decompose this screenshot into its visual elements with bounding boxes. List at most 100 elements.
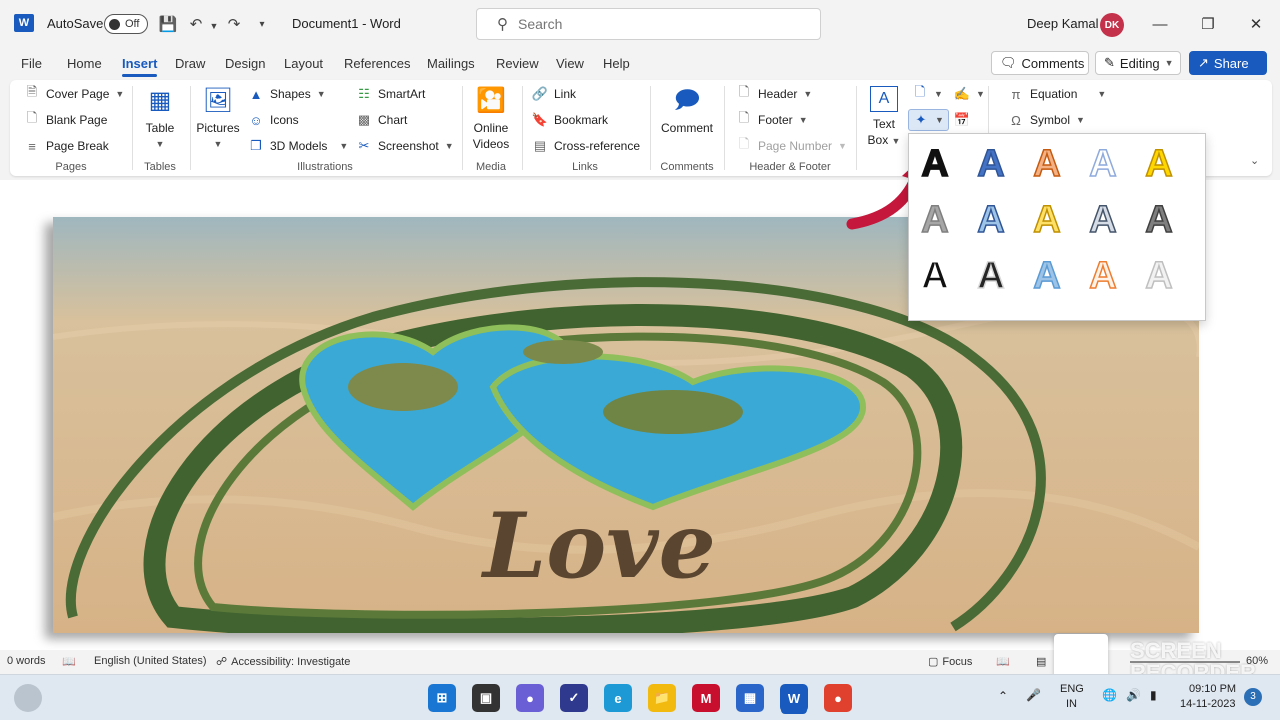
share-label: Share xyxy=(1213,55,1249,71)
start-icon[interactable]: ⊞ xyxy=(428,684,456,712)
quick-parts-button[interactable]: 🗋 ▼ xyxy=(912,84,943,102)
word-taskbar-icon[interactable]: W xyxy=(780,684,808,712)
redo-icon[interactable]: ↷ xyxy=(224,14,244,34)
tab-review[interactable]: Review xyxy=(496,56,539,71)
microphone-icon[interactable]: 🎤 xyxy=(1026,688,1041,702)
wordart-style-4[interactable]: A xyxy=(1083,142,1123,186)
network-icon[interactable]: 🌐 xyxy=(1102,688,1117,702)
blank-page-button[interactable]: 🗋 Blank Page xyxy=(24,110,108,128)
wordart-style-7[interactable]: A xyxy=(971,198,1011,242)
tab-view[interactable]: View xyxy=(556,56,584,71)
teams-chat-icon[interactable]: ● xyxy=(516,684,544,712)
store-icon[interactable]: ▦ xyxy=(736,684,764,712)
mcafee-icon[interactable]: M xyxy=(692,684,720,712)
wordart-style-5[interactable]: A xyxy=(1139,142,1179,186)
chart-button[interactable]: ▩ Chart xyxy=(356,112,408,128)
proofing-icon[interactable]: 📖 xyxy=(62,655,76,668)
volume-icon[interactable]: 🔊 xyxy=(1126,688,1141,702)
wordart-style-1[interactable]: A xyxy=(915,142,955,186)
symbol-button[interactable]: Ω Symbol ▼ xyxy=(1008,112,1085,128)
tray-overflow-icon[interactable]: ⌃ xyxy=(998,689,1008,703)
app-icon[interactable]: ✓ xyxy=(560,684,588,712)
table-button[interactable]: ▦ Table ▼ xyxy=(142,86,178,152)
smartart-button[interactable]: ☷ SmartArt xyxy=(356,86,425,102)
cross-reference-label: Cross-reference xyxy=(554,139,641,153)
icons-button[interactable]: ☺ Icons xyxy=(248,112,298,128)
battery-icon[interactable]: ▮ xyxy=(1150,688,1157,702)
new-comment-button[interactable]: 🗩 Comment xyxy=(658,86,716,136)
equation-button[interactable]: π Equation ▼ xyxy=(1008,86,1107,102)
minimize-icon[interactable]: — xyxy=(1148,12,1172,36)
focus-mode-button[interactable]: ▢ Focus xyxy=(928,655,972,669)
header-button[interactable]: 🗋 Header ▼ xyxy=(736,84,813,102)
undo-dropdown-icon[interactable]: ▼ xyxy=(204,16,224,36)
chevron-down-icon: ▼ xyxy=(444,141,454,151)
comments-button[interactable]: 🗨 Comments xyxy=(991,51,1089,75)
undo-icon[interactable]: ↶ xyxy=(186,14,206,34)
wordart-style-8[interactable]: A xyxy=(1027,198,1067,242)
customize-toolbar-icon[interactable]: ▾ xyxy=(252,14,272,34)
print-layout-icon[interactable]: ▤ xyxy=(1036,655,1046,668)
tab-file[interactable]: File xyxy=(21,56,42,71)
wordart-style-12[interactable]: A xyxy=(971,254,1011,298)
3d-models-button[interactable]: ❐ 3D Models ▼ xyxy=(248,138,348,154)
tab-references[interactable]: References xyxy=(344,56,410,71)
tab-design[interactable]: Design xyxy=(225,56,265,71)
text-box-button[interactable]: A Text Box ▼ xyxy=(866,86,902,149)
editing-mode-button[interactable]: ✎ Editing ▼ xyxy=(1095,51,1181,75)
footer-button[interactable]: 🗋 Footer ▼ xyxy=(736,110,808,128)
expand-ribbon-button[interactable]: ⌄ xyxy=(1250,154,1259,167)
search-box[interactable]: ⚲ xyxy=(476,8,821,40)
share-button[interactable]: ↗ Share xyxy=(1189,51,1267,75)
file-explorer-icon[interactable]: 📁 xyxy=(648,684,676,712)
clock-time[interactable]: 09:10 PM xyxy=(1189,683,1236,695)
wordart-button[interactable]: ✦ ▼ xyxy=(908,109,949,131)
wordart-style-13[interactable]: A xyxy=(1027,254,1067,298)
search-input[interactable] xyxy=(518,16,768,32)
task-view-icon[interactable]: ▣ xyxy=(472,684,500,712)
tab-help[interactable]: Help xyxy=(603,56,630,71)
shapes-button[interactable]: ▲ Shapes ▼ xyxy=(248,86,326,102)
tab-insert[interactable]: Insert xyxy=(122,56,158,77)
language-indicator[interactable]: English (United States) xyxy=(94,655,207,667)
tab-layout[interactable]: Layout xyxy=(284,56,323,71)
online-videos-button[interactable]: 🎦 Online Videos xyxy=(470,86,512,152)
wordart-style-9[interactable]: A xyxy=(1083,198,1123,242)
tab-mailings[interactable]: Mailings xyxy=(427,56,475,71)
bookmark-button[interactable]: 🔖 Bookmark xyxy=(532,112,608,128)
wordart-style-6[interactable]: A xyxy=(915,198,955,242)
page-break-button[interactable]: ≡ Page Break xyxy=(24,138,109,154)
wordart-style-11[interactable]: A xyxy=(915,254,955,298)
cross-reference-button[interactable]: ▤ Cross-reference xyxy=(532,138,640,154)
link-button[interactable]: 🔗 Link xyxy=(532,86,576,102)
autosave-toggle[interactable]: Off xyxy=(104,14,148,34)
save-icon[interactable]: 💾 xyxy=(158,14,178,34)
edge-icon[interactable]: e xyxy=(604,684,632,712)
screenshot-button[interactable]: ✂ Screenshot ▼ xyxy=(356,138,454,154)
recorder-taskbar-icon[interactable]: ● xyxy=(824,684,852,712)
notification-badge[interactable]: 3 xyxy=(1244,688,1262,706)
page-number-button[interactable]: 🗋 Page Number ▼ xyxy=(736,136,847,154)
restore-icon[interactable]: ❐ xyxy=(1196,12,1220,36)
wordart-style-10[interactable]: A xyxy=(1139,198,1179,242)
signature-line-button[interactable]: ✍ ▼ xyxy=(954,86,985,102)
word-logo-icon: W xyxy=(14,14,34,32)
date-time-button[interactable]: 📅 xyxy=(954,112,970,128)
pictures-button[interactable]: 🖼 Pictures ▼ xyxy=(196,86,240,152)
language-indicator-tray[interactable]: ENG xyxy=(1060,683,1084,695)
widgets-icon[interactable] xyxy=(14,684,42,712)
cover-page-label: Cover Page xyxy=(46,87,110,101)
accessibility-status[interactable]: ☍ Accessibility: Investigate xyxy=(216,655,350,669)
tab-home[interactable]: Home xyxy=(67,56,102,71)
avatar[interactable]: DK xyxy=(1100,13,1124,37)
clock-date[interactable]: 14-11-2023 xyxy=(1180,698,1235,710)
cover-page-button[interactable]: 🗎 Cover Page ▼ xyxy=(24,84,125,102)
tab-draw[interactable]: Draw xyxy=(175,56,205,71)
wordart-style-15[interactable]: A xyxy=(1139,254,1179,298)
wordart-style-2[interactable]: A xyxy=(971,142,1011,186)
wordart-style-14[interactable]: A xyxy=(1083,254,1123,298)
word-count[interactable]: 0 words xyxy=(7,655,46,667)
read-mode-icon[interactable]: 📖 xyxy=(996,655,1010,668)
close-icon[interactable]: ✕ xyxy=(1244,12,1268,36)
wordart-style-3[interactable]: A xyxy=(1027,142,1067,186)
